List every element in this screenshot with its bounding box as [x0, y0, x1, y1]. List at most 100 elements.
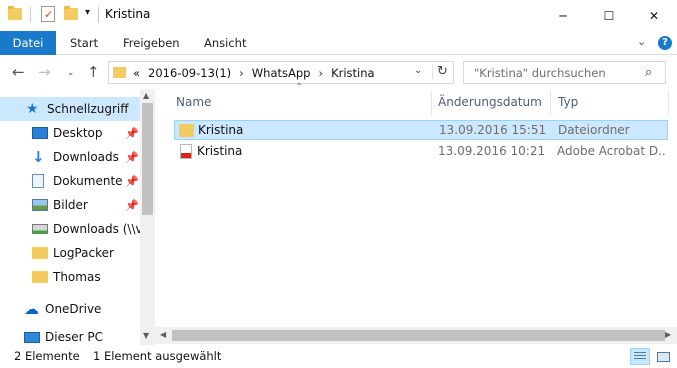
search-input[interactable]: "Kristina" durchsuchen ⌕	[463, 61, 666, 84]
column-header-date[interactable]: Änderungsdatum	[438, 89, 542, 115]
new-folder-icon[interactable]	[64, 6, 78, 20]
title-bar: ✓ ▾ Kristina ─ ☐ ✕	[0, 0, 677, 31]
nav-item-label: Dokumente	[53, 174, 123, 188]
pin-icon[interactable]: 📌	[125, 199, 139, 212]
file-name: Kristina	[197, 144, 243, 158]
table-row[interactable]: Kristina 13.09.2016 15:51 Dateiordner	[174, 120, 668, 140]
tab-start[interactable]: Start	[70, 31, 98, 55]
file-name: Kristina	[198, 123, 244, 137]
nav-pane-scrollbar[interactable]: ▲ ▼	[140, 89, 155, 345]
file-list: ⌃ Name Änderungsdatum Typ Kristina 13.09…	[155, 82, 677, 345]
folder-icon	[113, 67, 126, 78]
up-button[interactable]: ↑	[87, 63, 100, 81]
details-view-button[interactable]	[630, 348, 650, 365]
pin-icon[interactable]: 📌	[125, 175, 139, 188]
navigation-pane: ★ Schnellzugriff Desktop 📌 ↓ Downloads 📌…	[0, 89, 155, 345]
properties-icon[interactable]: ✓	[41, 6, 55, 22]
nav-item-dieser-pc[interactable]: Dieser PC	[0, 329, 140, 345]
network-drive-icon	[32, 224, 48, 234]
toolbar-separator	[30, 7, 31, 23]
breadcrumb-item[interactable]: WhatsApp	[252, 66, 311, 80]
nav-item-label: LogPacker	[53, 246, 114, 260]
tab-datei[interactable]: Datei	[0, 31, 56, 55]
nav-item-logpacker[interactable]: LogPacker	[0, 241, 140, 265]
folder-icon	[179, 124, 194, 137]
address-bar[interactable]: « 2016-09-13(1) › WhatsApp › Kristina ⌄ …	[108, 61, 454, 84]
document-icon	[32, 174, 44, 188]
pin-icon[interactable]: 📌	[125, 151, 139, 164]
large-icons-view-button[interactable]	[653, 348, 673, 365]
navigation-bar: ← → ⌄ ↑ « 2016-09-13(1) › WhatsApp › Kri…	[0, 55, 677, 89]
scroll-left-icon[interactable]: ◀	[160, 330, 166, 339]
desktop-icon	[32, 127, 48, 139]
maximize-button[interactable]: ☐	[586, 0, 632, 31]
file-type: Dateiordner	[558, 123, 630, 137]
nav-item-label: Downloads (\\vb	[53, 222, 140, 236]
nav-item-label: OneDrive	[45, 302, 102, 316]
column-header-name[interactable]: Name	[176, 89, 211, 115]
file-date: 13.09.2016 10:21	[438, 144, 546, 158]
search-icon[interactable]: ⌕	[645, 65, 652, 80]
column-header-type[interactable]: Typ	[558, 89, 578, 115]
pictures-icon	[32, 199, 48, 211]
help-icon[interactable]: ?	[658, 36, 672, 50]
nav-item-desktop[interactable]: Desktop 📌	[0, 121, 140, 145]
breadcrumb-separator[interactable]: ›	[239, 66, 244, 80]
file-date: 13.09.2016 15:51	[439, 123, 547, 137]
column-divider[interactable]	[668, 91, 669, 115]
nav-item-label: Downloads	[53, 150, 119, 164]
forward-button[interactable]: →	[38, 63, 51, 81]
download-arrow-icon: ↓	[32, 148, 45, 166]
nav-item-onedrive[interactable]: ☁ OneDrive	[0, 297, 140, 321]
scrollbar-thumb[interactable]	[172, 330, 665, 341]
minimize-button[interactable]: ─	[540, 0, 586, 31]
close-button[interactable]: ✕	[631, 0, 677, 31]
expand-ribbon-chevron-icon[interactable]: ⌄	[637, 35, 646, 48]
pin-icon[interactable]: 📌	[125, 127, 139, 140]
nav-item-label: Dieser PC	[45, 330, 103, 344]
back-button[interactable]: ←	[12, 63, 25, 81]
breadcrumb-item[interactable]: 2016-09-13(1)	[148, 66, 231, 80]
item-count: 2 Elemente	[14, 349, 80, 363]
column-divider[interactable]	[431, 91, 432, 115]
nav-item-label: Thomas	[53, 270, 101, 284]
folder-icon	[32, 271, 48, 283]
column-divider[interactable]	[550, 91, 551, 115]
tab-freigeben[interactable]: Freigeben	[123, 31, 180, 55]
ribbon-tabs: Datei Start Freigeben Ansicht ⌄ ?	[0, 31, 677, 55]
pdf-icon	[180, 144, 192, 159]
nav-item-thomas[interactable]: Thomas	[0, 265, 140, 289]
customize-toolbar-arrow-icon[interactable]: ▾	[85, 7, 90, 18]
scroll-up-icon[interactable]: ▲	[143, 91, 149, 100]
folder-icon	[8, 6, 22, 20]
selection-count: 1 Element ausgewählt	[93, 349, 222, 363]
file-list-horizontal-scrollbar[interactable]: ◀ ▶	[155, 327, 677, 344]
nav-item-schnellzugriff[interactable]: ★ Schnellzugriff	[0, 97, 140, 121]
nav-item-label: Desktop	[53, 126, 103, 140]
address-overflow[interactable]: «	[133, 66, 140, 80]
nav-item-downloads-network[interactable]: Downloads (\\vb	[0, 217, 140, 241]
folder-icon	[32, 247, 48, 259]
cloud-icon: ☁	[24, 300, 39, 318]
sort-indicator-icon: ⌃	[295, 82, 304, 93]
nav-item-downloads[interactable]: ↓ Downloads 📌	[0, 145, 140, 169]
refresh-icon[interactable]: ↻	[432, 64, 452, 81]
nav-item-label: Bilder	[53, 198, 88, 212]
tab-ansicht[interactable]: Ansicht	[204, 31, 246, 55]
window-title: Kristina	[105, 7, 151, 21]
large-icons-view-icon	[657, 352, 670, 362]
star-icon: ★	[26, 101, 39, 117]
nav-item-bilder[interactable]: Bilder 📌	[0, 193, 140, 217]
scroll-right-icon[interactable]: ▶	[665, 330, 671, 339]
scrollbar-thumb[interactable]	[142, 103, 153, 215]
recent-locations-dropdown-icon[interactable]: ⌄	[67, 68, 75, 78]
computer-icon	[24, 331, 40, 343]
nav-item-dokumente[interactable]: Dokumente 📌	[0, 169, 140, 193]
address-dropdown-icon[interactable]: ⌄	[414, 65, 422, 76]
breadcrumb-separator[interactable]: ›	[318, 66, 323, 80]
breadcrumb-item[interactable]: Kristina	[331, 66, 375, 80]
details-view-icon	[634, 352, 646, 361]
scroll-down-icon[interactable]: ▼	[143, 331, 149, 340]
status-bar: 2 Elemente 1 Element ausgewählt	[0, 345, 677, 368]
table-row[interactable]: Kristina 13.09.2016 10:21 Adobe Acrobat …	[174, 142, 668, 162]
